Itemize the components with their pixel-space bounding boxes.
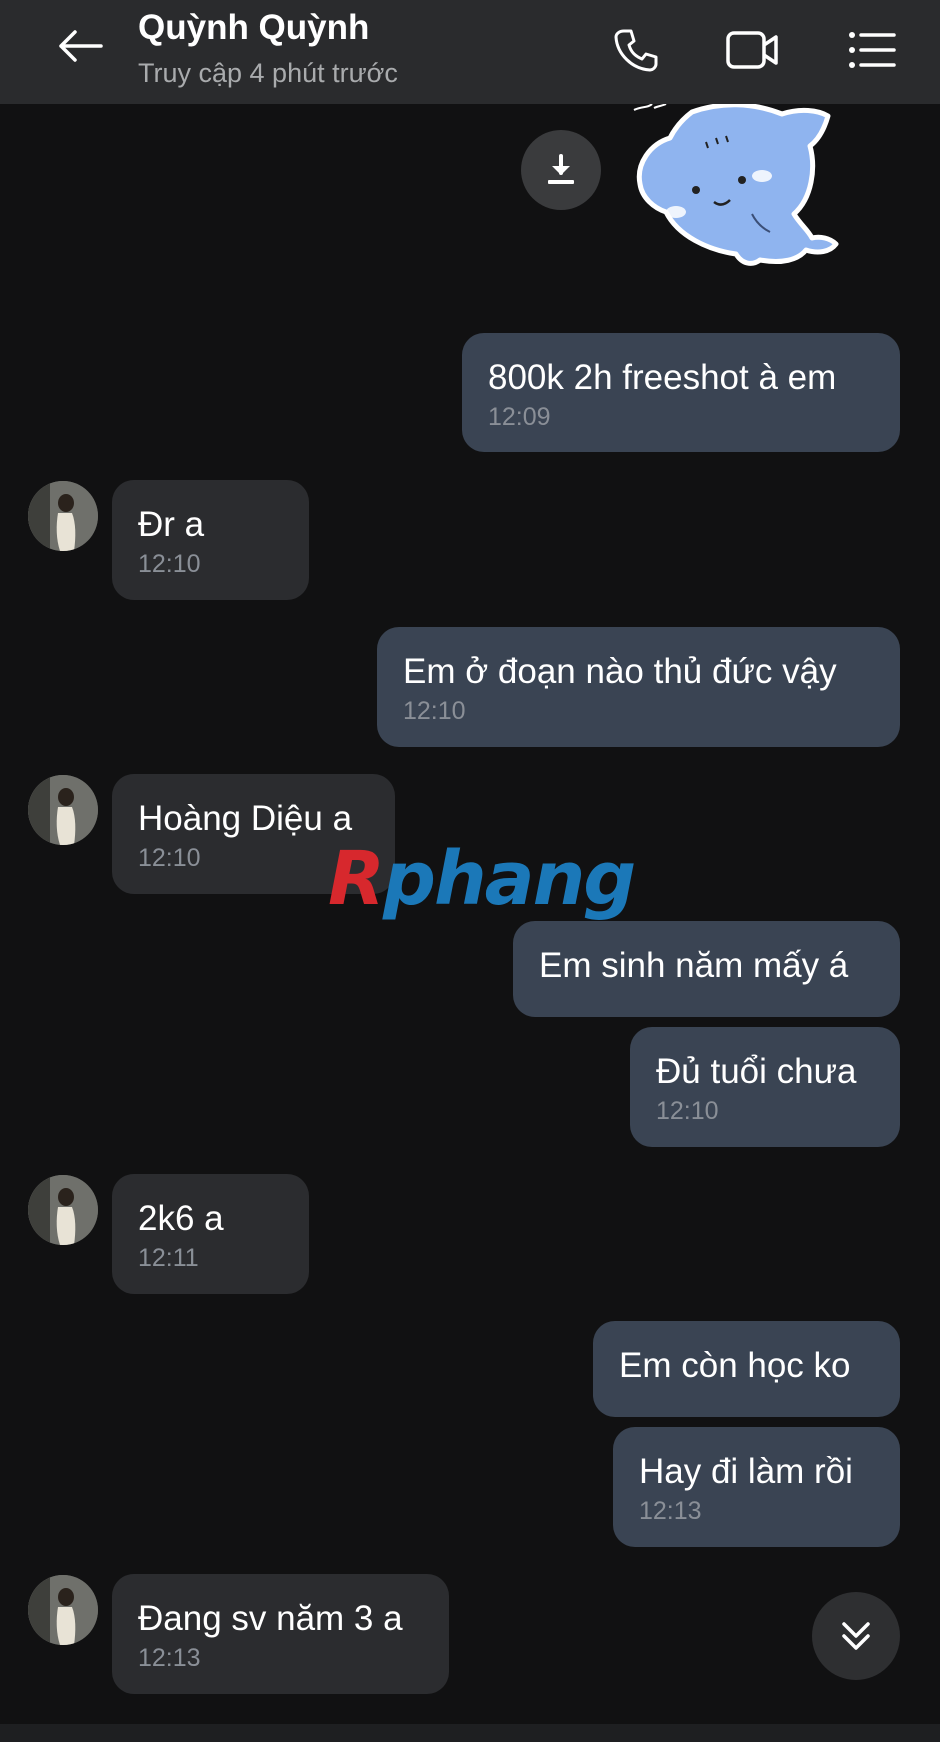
avatar-photo: [28, 481, 98, 551]
message-text: Em còn học ko: [619, 1346, 851, 1385]
download-button[interactable]: [521, 130, 601, 210]
menu-button[interactable]: [844, 22, 900, 78]
message-text: Đr a: [138, 505, 205, 544]
message-bubble-outgoing[interactable]: Em ở đoạn nào thủ đức vậy 12:10: [377, 627, 900, 747]
phone-icon: [614, 29, 658, 72]
message-text: Hoàng Diệu a: [138, 799, 353, 838]
call-button[interactable]: [608, 22, 664, 78]
back-button[interactable]: [48, 20, 112, 72]
message-text: Em ở đoạn nào thủ đức vậy: [403, 652, 837, 691]
avatar-photo: [28, 775, 98, 845]
message-time: 12:13: [138, 1644, 201, 1672]
video-call-button[interactable]: [724, 22, 780, 78]
message-bubble-outgoing[interactable]: Em còn học ko: [593, 1321, 900, 1417]
message-time: 12:13: [639, 1497, 702, 1525]
contact-status: Truy cập 4 phút trước: [138, 58, 398, 88]
message-time: 12:11: [138, 1244, 199, 1272]
bottom-bar: [0, 1724, 940, 1742]
avatar[interactable]: [28, 775, 98, 845]
scroll-to-bottom-button[interactable]: [812, 1592, 900, 1680]
message-bubble-outgoing[interactable]: Em sinh năm mấy á: [513, 921, 900, 1017]
avatar[interactable]: [28, 1175, 98, 1245]
message-bubble-incoming[interactable]: Đang sv năm 3 a 12:13: [112, 1574, 449, 1694]
avatar[interactable]: [28, 1575, 98, 1645]
video-camera-icon: [726, 31, 778, 69]
back-arrow-icon: [59, 30, 103, 62]
message-text: Em sinh năm mấy á: [539, 946, 849, 985]
message-bubble-incoming[interactable]: 2k6 a 12:11: [112, 1174, 309, 1294]
avatar-photo: [28, 1175, 98, 1245]
message-time: 12:09: [488, 403, 551, 431]
message-bubble-outgoing[interactable]: Đủ tuổi chưa 12:10: [630, 1027, 900, 1147]
message-text: 800k 2h freeshot à em: [488, 358, 837, 397]
download-icon: [548, 154, 574, 184]
watermark-logo: Rphang: [328, 836, 636, 922]
message-text: Đang sv năm 3 a: [138, 1599, 403, 1638]
message-bubble-outgoing[interactable]: 800k 2h freeshot à em 12:09: [462, 333, 900, 452]
avatar-photo: [28, 1575, 98, 1645]
message-text: 2k6 a: [138, 1199, 224, 1238]
message-time: 12:10: [138, 550, 201, 578]
menu-list-icon: [849, 32, 896, 68]
cat-sticker[interactable]: [632, 104, 882, 294]
chat-header: Quỳnh Quỳnh Truy cập 4 phút trước: [0, 0, 940, 104]
message-bubble-incoming[interactable]: Đr a 12:10: [112, 480, 309, 600]
message-text: Hay đi làm rồi: [639, 1452, 853, 1491]
message-time: 12:10: [656, 1097, 719, 1125]
contact-name[interactable]: Quỳnh Quỳnh: [138, 8, 369, 48]
avatar[interactable]: [28, 481, 98, 551]
message-bubble-outgoing[interactable]: Hay đi làm rồi 12:13: [613, 1427, 900, 1547]
message-time: 12:10: [403, 697, 466, 725]
double-chevron-down-icon: [842, 1622, 870, 1650]
message-text: Đủ tuổi chưa: [656, 1052, 857, 1091]
